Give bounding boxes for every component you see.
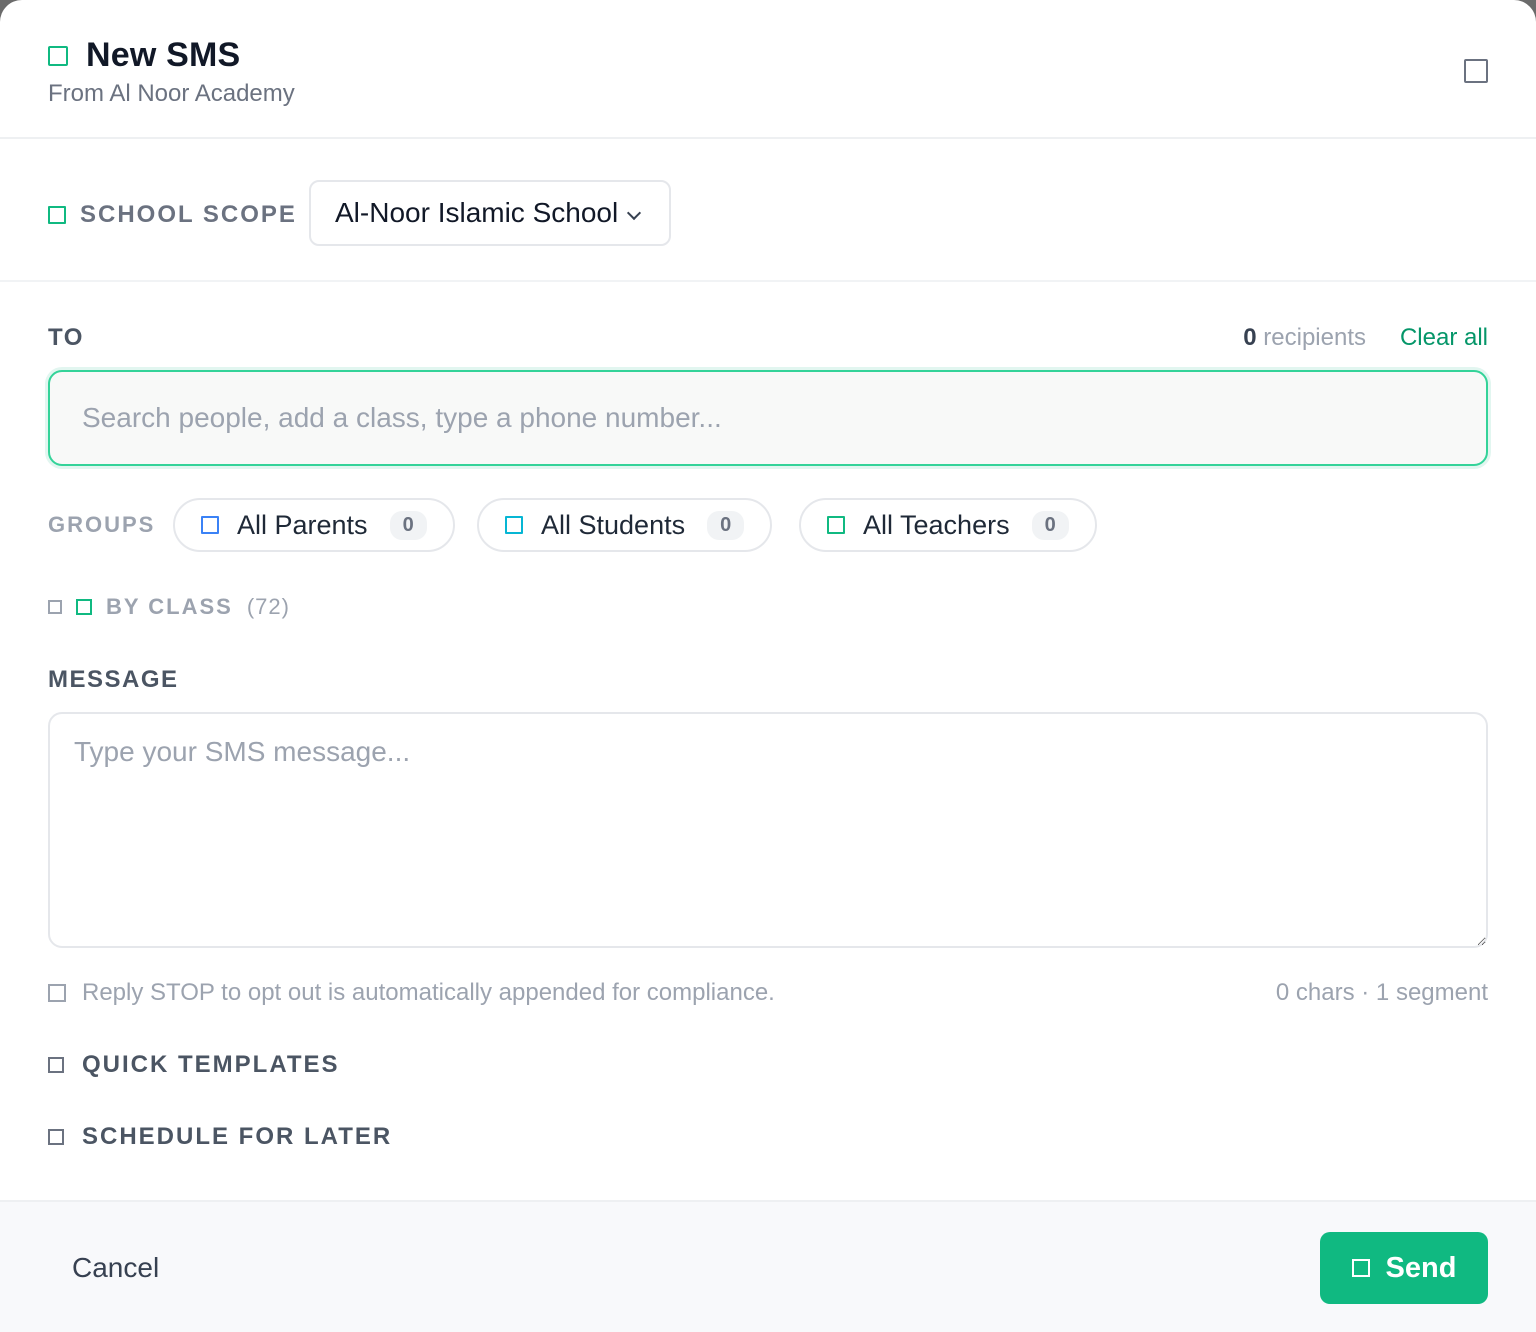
- cancel-button[interactable]: Cancel: [72, 1252, 159, 1284]
- expand-toggle-icon: [48, 600, 62, 614]
- clock-icon: [48, 1129, 64, 1145]
- recipient-count-suffix: recipients: [1256, 324, 1366, 351]
- school-scope-label-row: SCHOOL SCOPE: [48, 201, 297, 229]
- recipient-search-input[interactable]: [48, 370, 1488, 466]
- school-scope-section: SCHOOL SCOPE Al-Noor Islamic School: [0, 139, 1536, 282]
- group-chip-label: All Students: [541, 509, 686, 540]
- new-sms-modal: New SMS From Al Noor Academy SCHOOL SCOP…: [0, 0, 1536, 1332]
- school-icon: [48, 206, 66, 224]
- info-icon: [48, 984, 66, 1002]
- compliance-note: Reply STOP to opt out is automatically a…: [48, 979, 775, 1007]
- chevron-down-icon: [626, 205, 642, 221]
- by-class-count: (72): [246, 594, 290, 619]
- group-chip-all-students[interactable]: All Students 0: [477, 498, 773, 552]
- group-chip-all-teachers[interactable]: All Teachers 0: [799, 498, 1097, 552]
- school-scope-label: SCHOOL SCOPE: [80, 201, 297, 228]
- group-chip-all-parents[interactable]: All Parents 0: [173, 498, 455, 552]
- students-icon: [505, 516, 523, 534]
- teachers-icon: [827, 516, 845, 534]
- by-class-label: BY CLASS: [106, 594, 233, 619]
- clear-all-link[interactable]: Clear all: [1400, 324, 1488, 352]
- group-chip-count: 0: [1031, 510, 1069, 540]
- close-icon[interactable]: [1464, 59, 1488, 83]
- quick-templates-label: QUICK TEMPLATES: [82, 1051, 340, 1078]
- group-chip-label: All Teachers: [863, 509, 1010, 540]
- school-scope-value: Al-Noor Islamic School: [335, 197, 619, 228]
- send-icon: [1351, 1259, 1370, 1277]
- send-button[interactable]: Send: [1320, 1232, 1488, 1304]
- group-chip-count: 0: [389, 510, 427, 540]
- recipient-count: 0 recipients: [1243, 324, 1366, 352]
- parents-icon: [201, 516, 219, 534]
- class-icon: [76, 599, 92, 615]
- quick-templates-toggle[interactable]: QUICK TEMPLATES: [48, 1051, 340, 1079]
- schedule-later-toggle[interactable]: SCHEDULE FOR LATER: [48, 1123, 392, 1151]
- modal-header: New SMS From Al Noor Academy: [0, 0, 1536, 139]
- to-label: TO: [48, 324, 84, 351]
- compliance-note-text: Reply STOP to opt out is automatically a…: [82, 979, 775, 1006]
- group-chip-label: All Parents: [237, 509, 368, 540]
- groups-label: GROUPS: [48, 512, 156, 537]
- title-row: New SMS: [48, 36, 240, 75]
- character-counter: 0 chars · 1 segment: [1275, 979, 1488, 1006]
- message-icon: [48, 45, 68, 66]
- by-class-toggle[interactable]: BY CLASS (72): [48, 594, 290, 620]
- school-scope-select[interactable]: Al-Noor Islamic School: [309, 180, 671, 246]
- message-label: MESSAGE: [48, 666, 179, 693]
- template-icon: [48, 1057, 64, 1073]
- recipient-count-number: 0: [1243, 324, 1257, 351]
- message-textarea[interactable]: [48, 712, 1488, 948]
- modal-title: New SMS: [86, 36, 241, 74]
- modal-subtitle: From Al Noor Academy: [48, 80, 295, 107]
- group-chip-count: 0: [707, 510, 745, 540]
- send-button-label: Send: [1385, 1251, 1457, 1284]
- modal-footer: Cancel Send: [0, 1200, 1536, 1332]
- schedule-later-label: SCHEDULE FOR LATER: [82, 1123, 393, 1150]
